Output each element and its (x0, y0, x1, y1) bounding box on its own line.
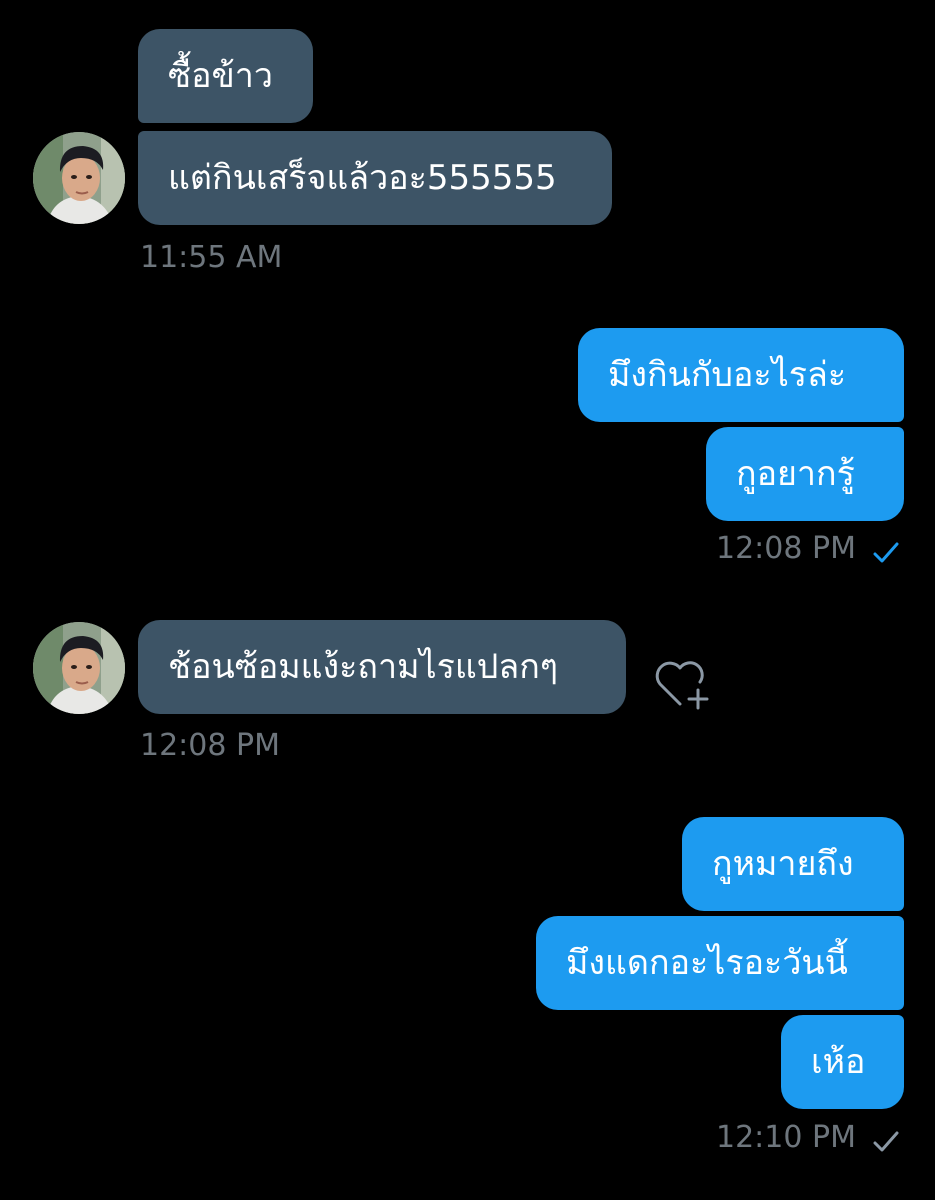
message-timestamp: 12:08 PM (140, 728, 280, 763)
message-bubble-outgoing[interactable]: มึงแดกอะไรอะวันนี้ (536, 916, 904, 1010)
message-text: กูอยากรู้ (736, 454, 855, 494)
add-reaction-heart-icon[interactable] (652, 656, 712, 712)
message-text: มึงกินกับอะไรล่ะ (608, 355, 847, 395)
message-bubble-outgoing[interactable]: กูอยากรู้ (706, 427, 904, 521)
message-text: กูหมายถึง (712, 844, 854, 884)
check-sent-icon (873, 1131, 899, 1152)
message-text: เห้อ (811, 1042, 866, 1082)
message-text: แต่กินเสร็จแล้วอะ555555 (168, 158, 557, 198)
avatar-image (33, 622, 125, 714)
message-bubble-incoming[interactable]: แต่กินเสร็จแล้วอะ555555 (138, 131, 612, 225)
contact-avatar[interactable] (33, 622, 125, 714)
message-bubble-outgoing[interactable]: เห้อ (781, 1015, 904, 1109)
message-text: มึงแดกอะไรอะวันนี้ (566, 943, 848, 983)
message-bubble-outgoing[interactable]: กูหมายถึง (682, 817, 904, 911)
message-bubble-incoming[interactable]: ช้อนซ้อมแง้ะถามไรแปลกๆ (138, 620, 626, 714)
message-timestamp: 12:08 PM (716, 531, 856, 566)
conversation: ซื้อข้าว แต่กินเสร็จแล้วอะ555555 11:55 A… (0, 0, 935, 1200)
avatar-image (33, 132, 125, 224)
message-text: ซื้อข้าว (168, 56, 273, 96)
message-bubble-incoming[interactable]: ซื้อข้าว (138, 29, 313, 123)
message-timestamp: 11:55 AM (140, 240, 283, 275)
message-text: ช้อนซ้อมแง้ะถามไรแปลกๆ (168, 647, 559, 687)
contact-avatar[interactable] (33, 132, 125, 224)
message-bubble-outgoing[interactable]: มึงกินกับอะไรล่ะ (578, 328, 904, 422)
message-timestamp: 12:10 PM (716, 1120, 856, 1155)
check-read-icon (873, 542, 899, 563)
